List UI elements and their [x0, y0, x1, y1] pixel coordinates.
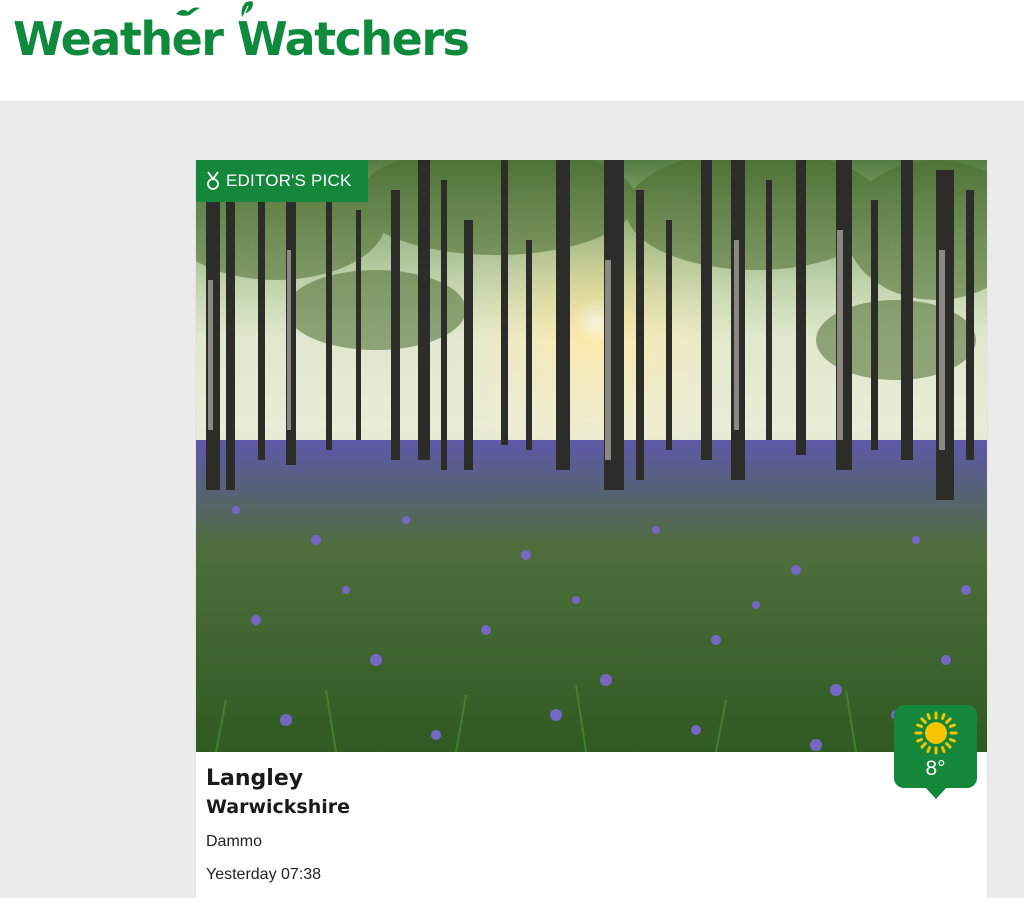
author-name[interactable]: Dammo	[206, 833, 262, 851]
logo-text: Weather Watchers	[13, 12, 470, 66]
medal-icon	[206, 171, 220, 191]
editors-pick-badge: EDITOR'S PICK	[196, 160, 368, 202]
logo-bird-icon	[176, 7, 200, 16]
badge-label: EDITOR'S PICK	[226, 171, 352, 190]
location-region: Warwickshire	[206, 796, 351, 818]
posted-time: Yesterday 07:38	[206, 866, 322, 883]
location-title[interactable]: Langley	[206, 766, 303, 791]
photo-card[interactable]: EDITOR'S PICK 8° Langley Warwickshire Da…	[196, 160, 987, 898]
site-header: Weather Watchers	[0, 0, 1024, 101]
logo-leaf-icon	[241, 1, 253, 18]
photo-image[interactable]	[196, 160, 987, 752]
weather-badge: 8°	[894, 705, 977, 799]
site-logo[interactable]: Weather Watchers	[13, 1, 470, 70]
temperature: 8°	[925, 757, 946, 780]
sun-icon	[914, 711, 957, 755]
